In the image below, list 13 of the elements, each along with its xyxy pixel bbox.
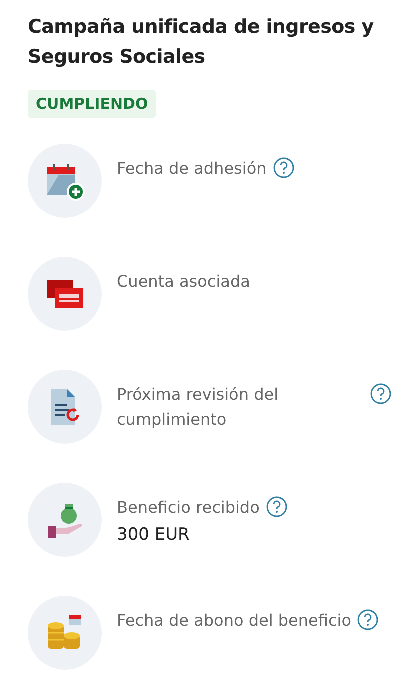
help-icon[interactable] <box>272 157 295 179</box>
help-icon[interactable] <box>266 496 288 518</box>
help-icon[interactable] <box>357 609 380 631</box>
calendar-add-icon <box>45 161 85 201</box>
field-label: Fecha de adhesión <box>117 158 267 180</box>
page-title: Campaña unificada de ingresos y Seguros Sociales <box>28 15 375 70</box>
status-badge: CUMPLIENDO <box>28 90 156 118</box>
field-label: Próxima revisión del cumplimiento <box>117 384 280 431</box>
field-value: 300 EUR <box>117 524 191 547</box>
field-label: Beneficio recibido <box>117 497 260 519</box>
field-label: Fecha de abono del beneficio <box>117 610 352 632</box>
field-label: Cuenta asociada <box>117 271 250 293</box>
help-icon[interactable] <box>370 383 392 405</box>
